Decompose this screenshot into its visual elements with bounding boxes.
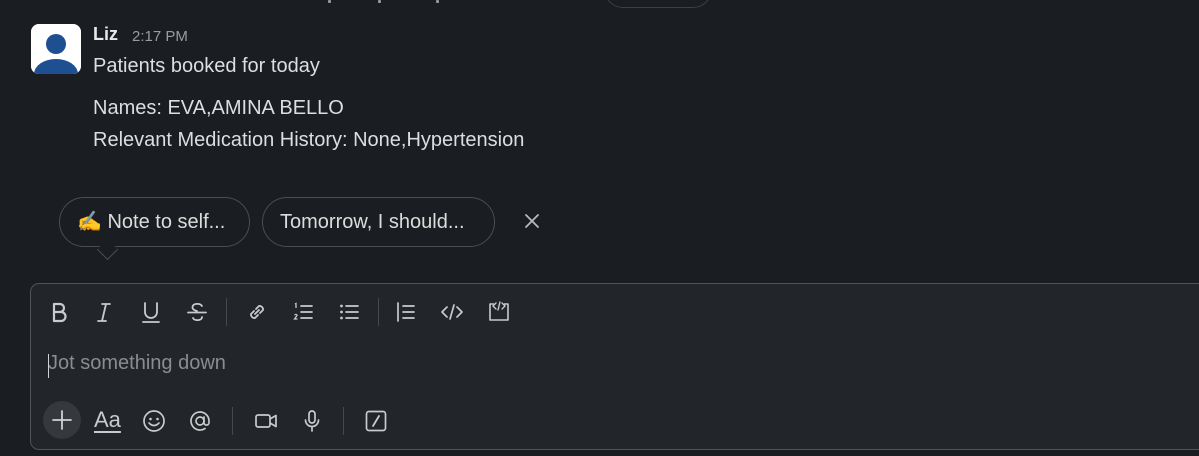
italic-button[interactable] (89, 297, 119, 327)
link-button[interactable] (242, 297, 272, 327)
smiley-icon (143, 410, 165, 432)
attach-button[interactable] (43, 401, 81, 439)
emoji-button[interactable] (139, 406, 169, 436)
video-clip-button[interactable] (251, 406, 281, 436)
message-timestamp[interactable]: 2:17 PM (132, 28, 188, 45)
message-input[interactable]: Jot something down (48, 352, 226, 375)
formatting-toggle-button[interactable]: Aa (94, 407, 121, 433)
toolbar-divider (232, 407, 233, 435)
toolbar-divider (226, 298, 227, 326)
toolbar-divider (378, 298, 379, 326)
previous-message-remnant (318, 0, 478, 5)
link-icon (250, 305, 264, 319)
close-icon (525, 214, 539, 228)
text-cursor (48, 354, 49, 378)
message-line: Relevant Medication History: None,Hypert… (93, 129, 525, 151)
bulleted-list-button[interactable] (334, 297, 364, 327)
code-button[interactable] (437, 297, 467, 327)
video-camera-icon (255, 414, 277, 428)
user-avatar-icon (31, 24, 81, 74)
strikethrough-icon (187, 302, 207, 322)
suggestion-chip-note-to-self[interactable]: ✍️ Note to self... (59, 197, 250, 247)
message-line: Patients booked for today (93, 55, 320, 77)
shortcuts-button[interactable] (361, 406, 391, 436)
message-sender[interactable]: Liz (93, 24, 118, 45)
ordered-list-icon (293, 302, 313, 320)
blockquote-icon (397, 302, 415, 322)
mention-button[interactable] (185, 406, 215, 436)
underline-button[interactable] (136, 297, 166, 327)
suggestion-chip-tomorrow[interactable]: Tomorrow, I should... (262, 197, 495, 247)
message-line: Names: EVA,AMINA BELLO (93, 97, 344, 119)
ordered-list-button[interactable] (288, 297, 318, 327)
underline-icon (142, 302, 160, 323)
code-icon (441, 304, 463, 320)
bold-icon (52, 302, 67, 323)
toolbar-divider (343, 407, 344, 435)
slash-command-icon (365, 410, 387, 432)
code-block-button[interactable] (484, 297, 514, 327)
plus-icon (52, 410, 72, 430)
avatar[interactable] (31, 24, 81, 74)
previous-reaction-pill[interactable] (604, 0, 712, 8)
microphone-icon (304, 410, 320, 432)
bulleted-list-icon (340, 304, 359, 320)
italic-icon (97, 303, 111, 322)
strikethrough-button[interactable] (182, 297, 212, 327)
blockquote-button[interactable] (391, 297, 421, 327)
dismiss-suggestions-button[interactable] (520, 209, 544, 233)
audio-clip-button[interactable] (297, 406, 327, 436)
bold-button[interactable] (44, 297, 74, 327)
at-sign-icon (190, 411, 210, 431)
code-block-icon (489, 301, 509, 321)
